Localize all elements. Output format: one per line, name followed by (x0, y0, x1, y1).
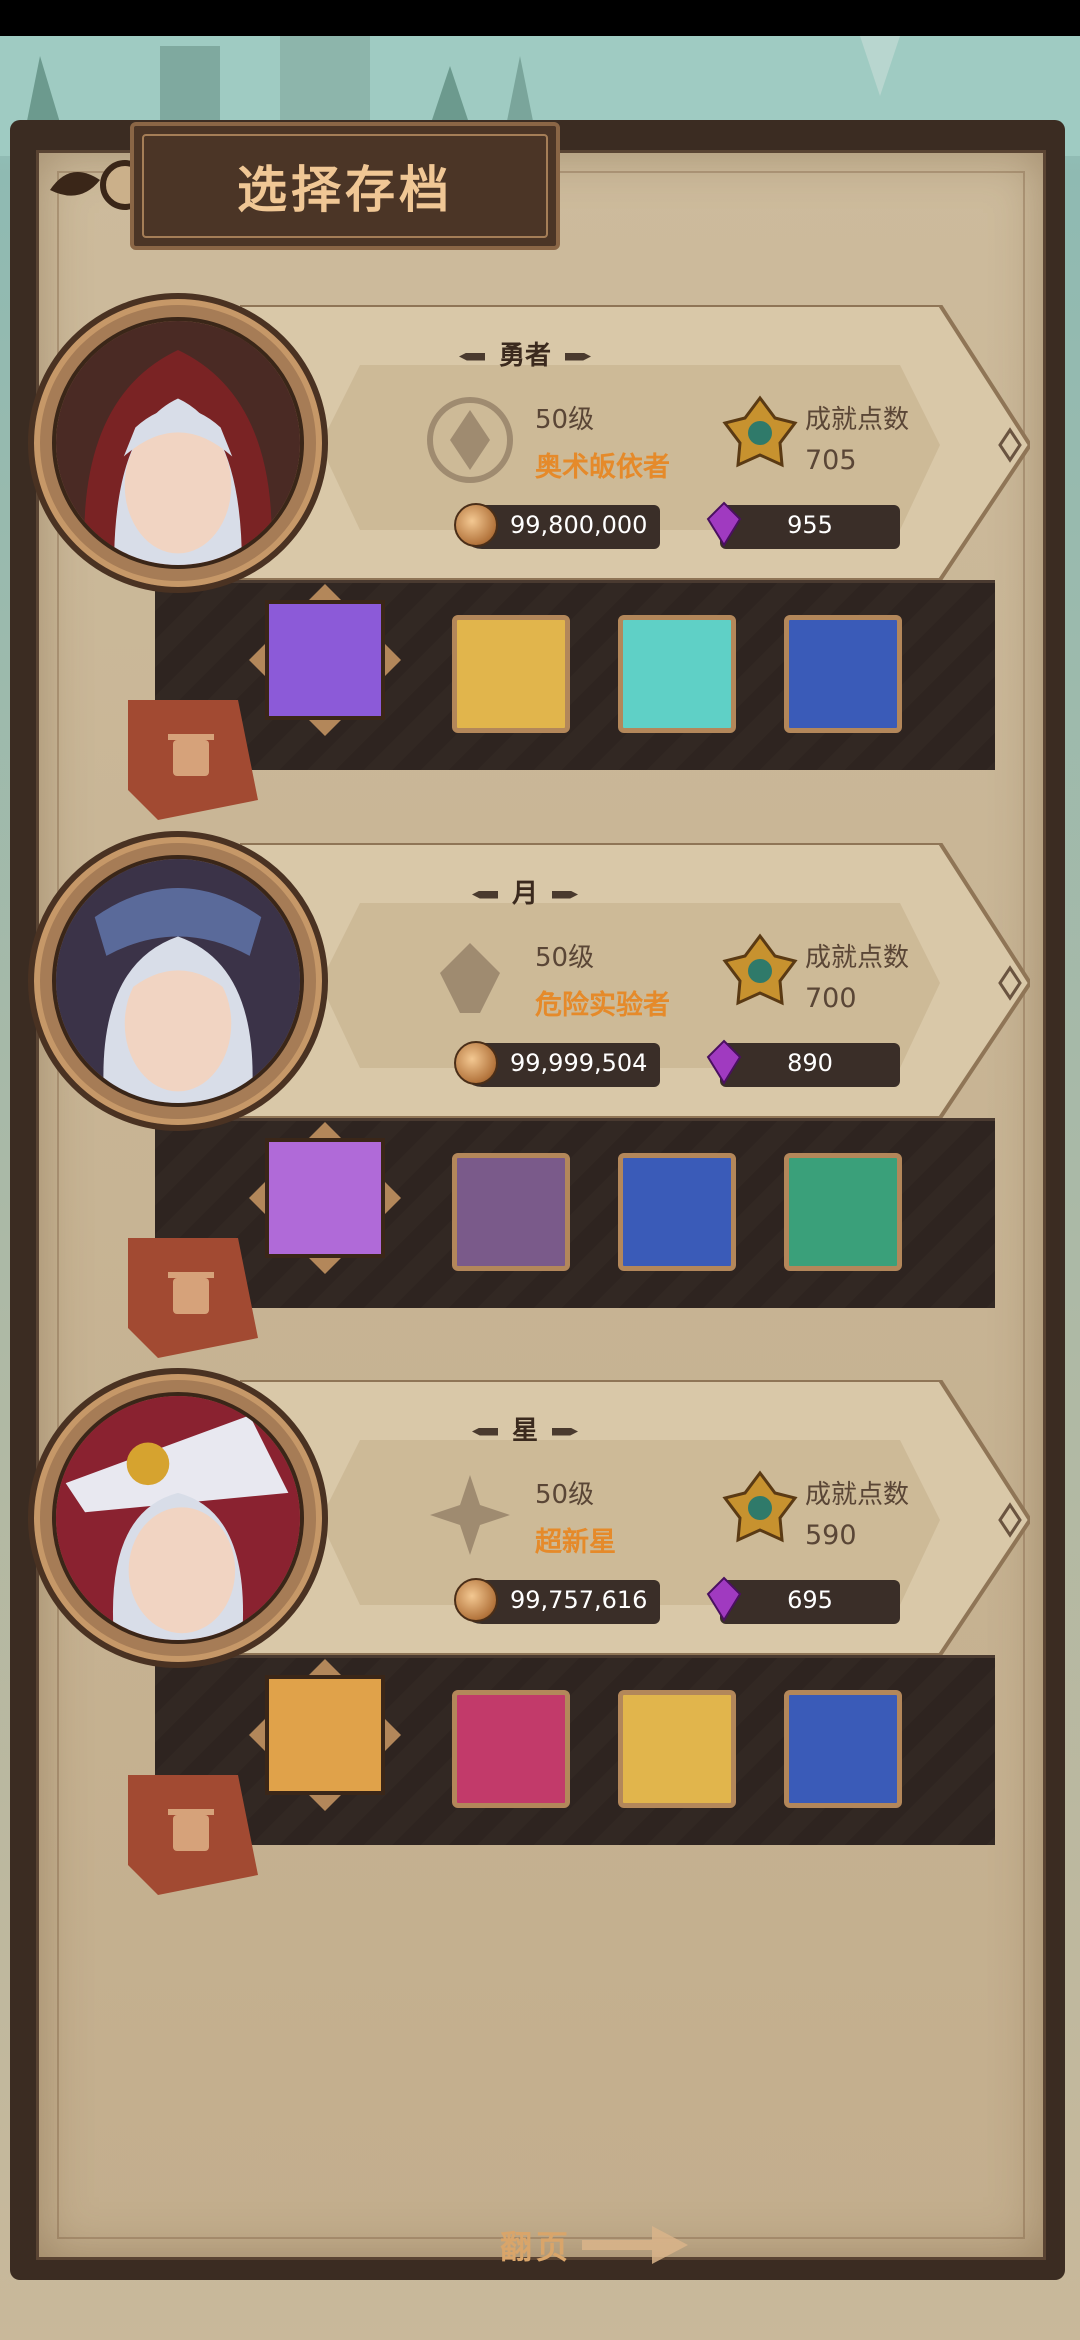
item-slot-2[interactable] (452, 615, 570, 733)
status-bar (0, 0, 1080, 36)
item-slot-1[interactable] (245, 1655, 405, 1815)
achievement-label: 成就点数 (805, 943, 910, 973)
delete-button[interactable] (118, 700, 268, 820)
arrow-right-icon (582, 2226, 689, 2264)
coin-counter: 99,757,616 (454, 1578, 660, 1624)
coin-counter: 99,800,000 (454, 503, 660, 549)
coin-amount: 99,757,616 (510, 1586, 648, 1614)
hero-portrait (52, 1392, 304, 1644)
hero-portrait (52, 317, 304, 569)
item-slot-1[interactable] (245, 1118, 405, 1278)
slot-name: 月 (511, 879, 538, 909)
next-page-label: 翻页 (500, 2228, 573, 2266)
achievement-value: 700 (805, 983, 857, 1014)
achievement-icon (722, 395, 798, 468)
coin-icon (454, 1578, 498, 1622)
item-slot-2[interactable] (452, 1690, 570, 1808)
slot-name: 星 (511, 1416, 538, 1446)
coin-counter: 99,999,504 (454, 1041, 660, 1087)
item-slot-4[interactable] (784, 1690, 902, 1808)
achievement-icon (722, 933, 798, 1006)
gem-counter: 955 (706, 501, 900, 549)
slot-header: 勇者 50级 奥术皈依者 成就点数 705 99,800,000 955 (240, 305, 1030, 580)
next-page-button[interactable]: 翻页 (500, 2215, 760, 2275)
save-slot-3[interactable]: 星 50级 超新星 成就点数 590 99,757,616 695 (0, 1368, 1080, 1895)
gem-amount: 695 (787, 1586, 833, 1614)
item-slot-2[interactable] (452, 1153, 570, 1271)
slot-name: 勇者 (498, 341, 551, 371)
coin-icon (454, 1041, 498, 1085)
item-slot-3[interactable] (618, 615, 736, 733)
item-slot-4[interactable] (784, 615, 902, 733)
level-text: 50级 (535, 943, 595, 973)
item-slot-4[interactable] (784, 1153, 902, 1271)
class-emblem-icon (427, 397, 513, 483)
gem-amount: 890 (787, 1049, 833, 1077)
achievement-value: 590 (805, 1520, 857, 1551)
coin-amount: 99,999,504 (510, 1049, 648, 1077)
level-text: 50级 (535, 1480, 595, 1510)
save-slot-1[interactable]: 勇者 50级 奥术皈依者 成就点数 705 99,800,000 955 (0, 293, 1080, 820)
class-emblem-icon (440, 943, 500, 1013)
gem-counter: 890 (706, 1039, 900, 1087)
class-name: 危险实验者 (535, 990, 670, 1021)
item-slot-3[interactable] (618, 1153, 736, 1271)
coin-icon (454, 503, 498, 547)
page-title: 选择存档 (237, 161, 453, 219)
delete-button[interactable] (118, 1775, 268, 1895)
class-emblem-icon (430, 1475, 510, 1555)
achievement-label: 成就点数 (805, 1480, 910, 1510)
save-slot-2[interactable]: 月 50级 危险实验者 成就点数 700 99,999,504 890 (0, 831, 1080, 1358)
item-slot-1[interactable] (245, 580, 405, 740)
slot-header: 月 50级 危险实验者 成就点数 700 99,999,504 890 (240, 843, 1030, 1118)
title-tag: 选择存档 (130, 122, 560, 250)
coin-amount: 99,800,000 (510, 511, 648, 539)
achievement-icon (722, 1470, 798, 1543)
class-name: 奥术皈依者 (535, 452, 670, 483)
item-slot-3[interactable] (618, 1690, 736, 1808)
achievement-label: 成就点数 (805, 405, 910, 435)
achievement-value: 705 (805, 445, 857, 476)
delete-button[interactable] (118, 1238, 268, 1358)
hero-portrait (52, 855, 304, 1107)
slot-header: 星 50级 超新星 成就点数 590 99,757,616 695 (240, 1380, 1030, 1655)
gem-amount: 955 (787, 511, 833, 539)
class-name: 超新星 (535, 1527, 616, 1558)
gem-counter: 695 (706, 1576, 900, 1624)
level-text: 50级 (535, 405, 595, 435)
